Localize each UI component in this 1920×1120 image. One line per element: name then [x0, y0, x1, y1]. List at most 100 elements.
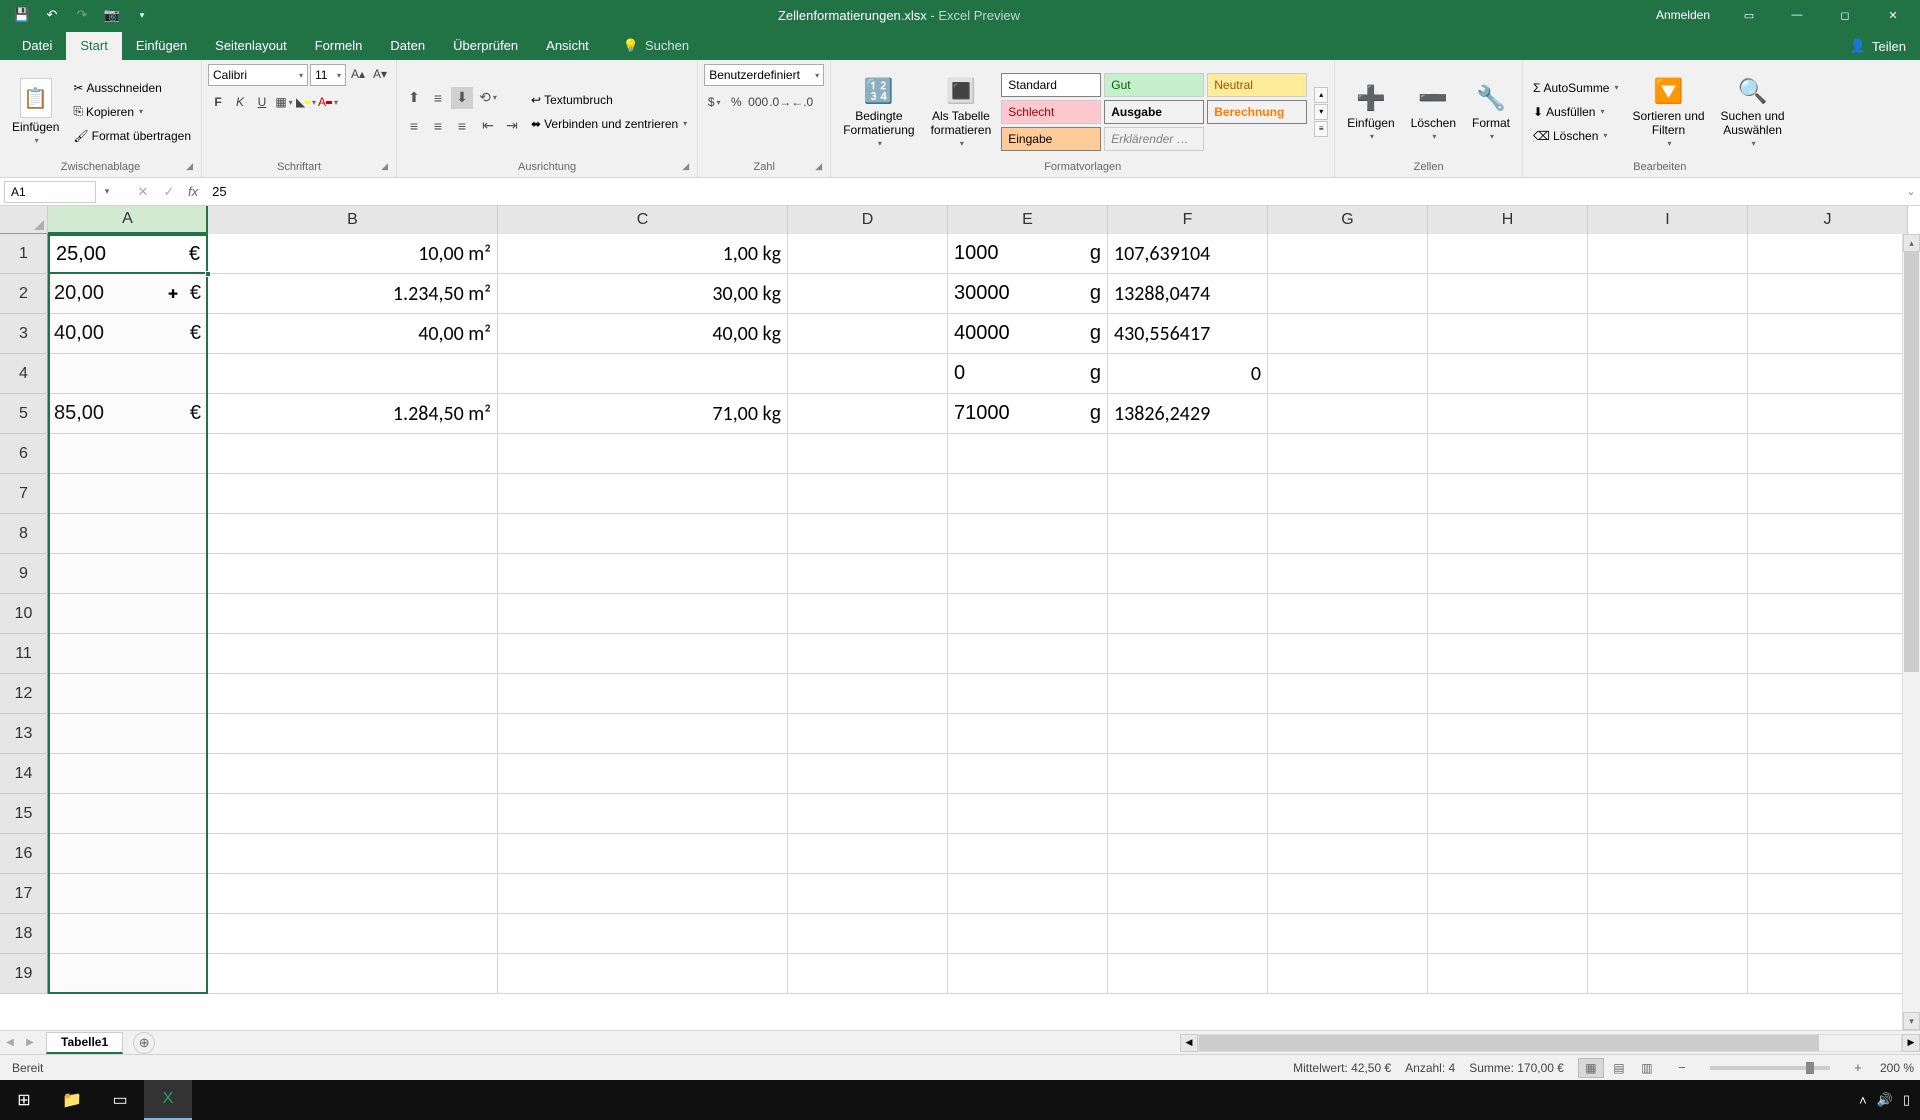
cell-I3[interactable] — [1588, 314, 1748, 354]
cell-B3[interactable]: 40,00 m² — [208, 314, 498, 354]
cell-A16[interactable] — [48, 834, 208, 874]
cell-I10[interactable] — [1588, 594, 1748, 634]
scroll-up-button[interactable]: ▴ — [1903, 234, 1920, 252]
cell-H4[interactable] — [1428, 354, 1588, 394]
cell-B15[interactable] — [208, 794, 498, 834]
cell-H9[interactable] — [1428, 554, 1588, 594]
styles-scroll-down[interactable]: ▾ — [1314, 104, 1328, 120]
cell-I4[interactable] — [1588, 354, 1748, 394]
cell-H16[interactable] — [1428, 834, 1588, 874]
cell-G1[interactable] — [1268, 234, 1428, 274]
tell-me-search[interactable]: 💡 Suchen — [623, 32, 689, 60]
insert-cells-button[interactable]: ➕Einfügen▾ — [1341, 80, 1400, 143]
font-size-combo[interactable]: 11▾ — [310, 64, 346, 86]
align-right-button[interactable]: ≡ — [451, 115, 473, 137]
cells-area[interactable]: 25,00€10,00 m²1,00 kg1000g107,63910420,0… — [48, 234, 1908, 994]
clear-button[interactable]: ⌫Löschen▾ — [1529, 125, 1622, 147]
cell-C9[interactable] — [498, 554, 788, 594]
underline-button[interactable]: U — [252, 92, 272, 112]
tab-view[interactable]: Ansicht — [532, 32, 603, 60]
conditional-formatting-button[interactable]: 🔢Bedingte Formatierung▾ — [837, 73, 920, 150]
cell-B5[interactable]: 1.284,50 m² — [208, 394, 498, 434]
row-header-12[interactable]: 12 — [0, 674, 48, 714]
cell-G12[interactable] — [1268, 674, 1428, 714]
cell-J7[interactable] — [1748, 474, 1908, 514]
cell-F8[interactable] — [1108, 514, 1268, 554]
cell-C4[interactable] — [498, 354, 788, 394]
cell-B16[interactable] — [208, 834, 498, 874]
cell-J8[interactable] — [1748, 514, 1908, 554]
cell-F7[interactable] — [1108, 474, 1268, 514]
cell-F4[interactable]: 0 — [1108, 354, 1268, 394]
cell-A9[interactable] — [48, 554, 208, 594]
cell-J3[interactable] — [1748, 314, 1908, 354]
cell-H17[interactable] — [1428, 874, 1588, 914]
cell-H2[interactable] — [1428, 274, 1588, 314]
cell-C19[interactable] — [498, 954, 788, 994]
cell-G7[interactable] — [1268, 474, 1428, 514]
cell-D8[interactable] — [788, 514, 948, 554]
name-box-dropdown[interactable]: ▾ — [100, 186, 114, 197]
cell-I6[interactable] — [1588, 434, 1748, 474]
cell-E14[interactable] — [948, 754, 1108, 794]
cell-G4[interactable] — [1268, 354, 1428, 394]
cell-F12[interactable] — [1108, 674, 1268, 714]
styles-more-button[interactable]: ≡ — [1314, 121, 1328, 137]
row-header-11[interactable]: 11 — [0, 634, 48, 674]
cell-H11[interactable] — [1428, 634, 1588, 674]
zoom-thumb[interactable] — [1806, 1062, 1814, 1074]
cell-I7[interactable] — [1588, 474, 1748, 514]
row-header-10[interactable]: 10 — [0, 594, 48, 634]
cell-J2[interactable] — [1748, 274, 1908, 314]
style-input[interactable]: Eingabe — [1001, 127, 1101, 151]
tray-lang-icon[interactable]: ▯ — [1903, 1092, 1910, 1108]
row-header-15[interactable]: 15 — [0, 794, 48, 834]
row-header-4[interactable]: 4 — [0, 354, 48, 394]
style-good[interactable]: Gut — [1104, 73, 1204, 97]
cell-I11[interactable] — [1588, 634, 1748, 674]
font-color-button[interactable]: A▾ — [318, 92, 338, 112]
cell-D5[interactable] — [788, 394, 948, 434]
cell-B7[interactable] — [208, 474, 498, 514]
bold-button[interactable]: F — [208, 92, 228, 112]
vscroll-thumb[interactable] — [1904, 252, 1919, 672]
cell-C15[interactable] — [498, 794, 788, 834]
zoom-out-button[interactable]: − — [1674, 1060, 1690, 1075]
accounting-format-button[interactable]: $▾ — [704, 92, 724, 112]
page-layout-view-button[interactable]: ▤ — [1606, 1058, 1632, 1078]
row-header-3[interactable]: 3 — [0, 314, 48, 354]
hscroll-right[interactable]: ▶ — [1902, 1034, 1920, 1052]
cell-E17[interactable] — [948, 874, 1108, 914]
cell-J4[interactable] — [1748, 354, 1908, 394]
cell-J18[interactable] — [1748, 914, 1908, 954]
cell-D11[interactable] — [788, 634, 948, 674]
cell-J9[interactable] — [1748, 554, 1908, 594]
italic-button[interactable]: K — [230, 92, 250, 112]
cell-D16[interactable] — [788, 834, 948, 874]
insert-function-button[interactable]: fx — [182, 184, 204, 199]
cell-E1[interactable]: 1000g — [948, 234, 1108, 274]
cell-C17[interactable] — [498, 874, 788, 914]
row-header-1[interactable]: 1 — [0, 234, 48, 274]
cell-E12[interactable] — [948, 674, 1108, 714]
style-neutral[interactable]: Neutral — [1207, 73, 1307, 97]
grow-font-button[interactable]: A▴ — [348, 64, 368, 84]
enter-formula-icon[interactable]: ✓ — [156, 181, 182, 203]
column-header-I[interactable]: I — [1588, 206, 1748, 234]
cell-D17[interactable] — [788, 874, 948, 914]
cell-I16[interactable] — [1588, 834, 1748, 874]
cell-H8[interactable] — [1428, 514, 1588, 554]
cell-I8[interactable] — [1588, 514, 1748, 554]
cell-F18[interactable] — [1108, 914, 1268, 954]
tray-chevron-icon[interactable]: ˄ — [1859, 1093, 1867, 1108]
row-header-13[interactable]: 13 — [0, 714, 48, 754]
cell-G3[interactable] — [1268, 314, 1428, 354]
cell-A4[interactable] — [48, 354, 208, 394]
wrap-text-button[interactable]: ↩Textumbruch — [527, 89, 691, 111]
cell-D7[interactable] — [788, 474, 948, 514]
cell-B18[interactable] — [208, 914, 498, 954]
cell-I12[interactable] — [1588, 674, 1748, 714]
save-icon[interactable]: 💾 — [8, 1, 36, 29]
cell-E5[interactable]: 71000g — [948, 394, 1108, 434]
cell-B17[interactable] — [208, 874, 498, 914]
